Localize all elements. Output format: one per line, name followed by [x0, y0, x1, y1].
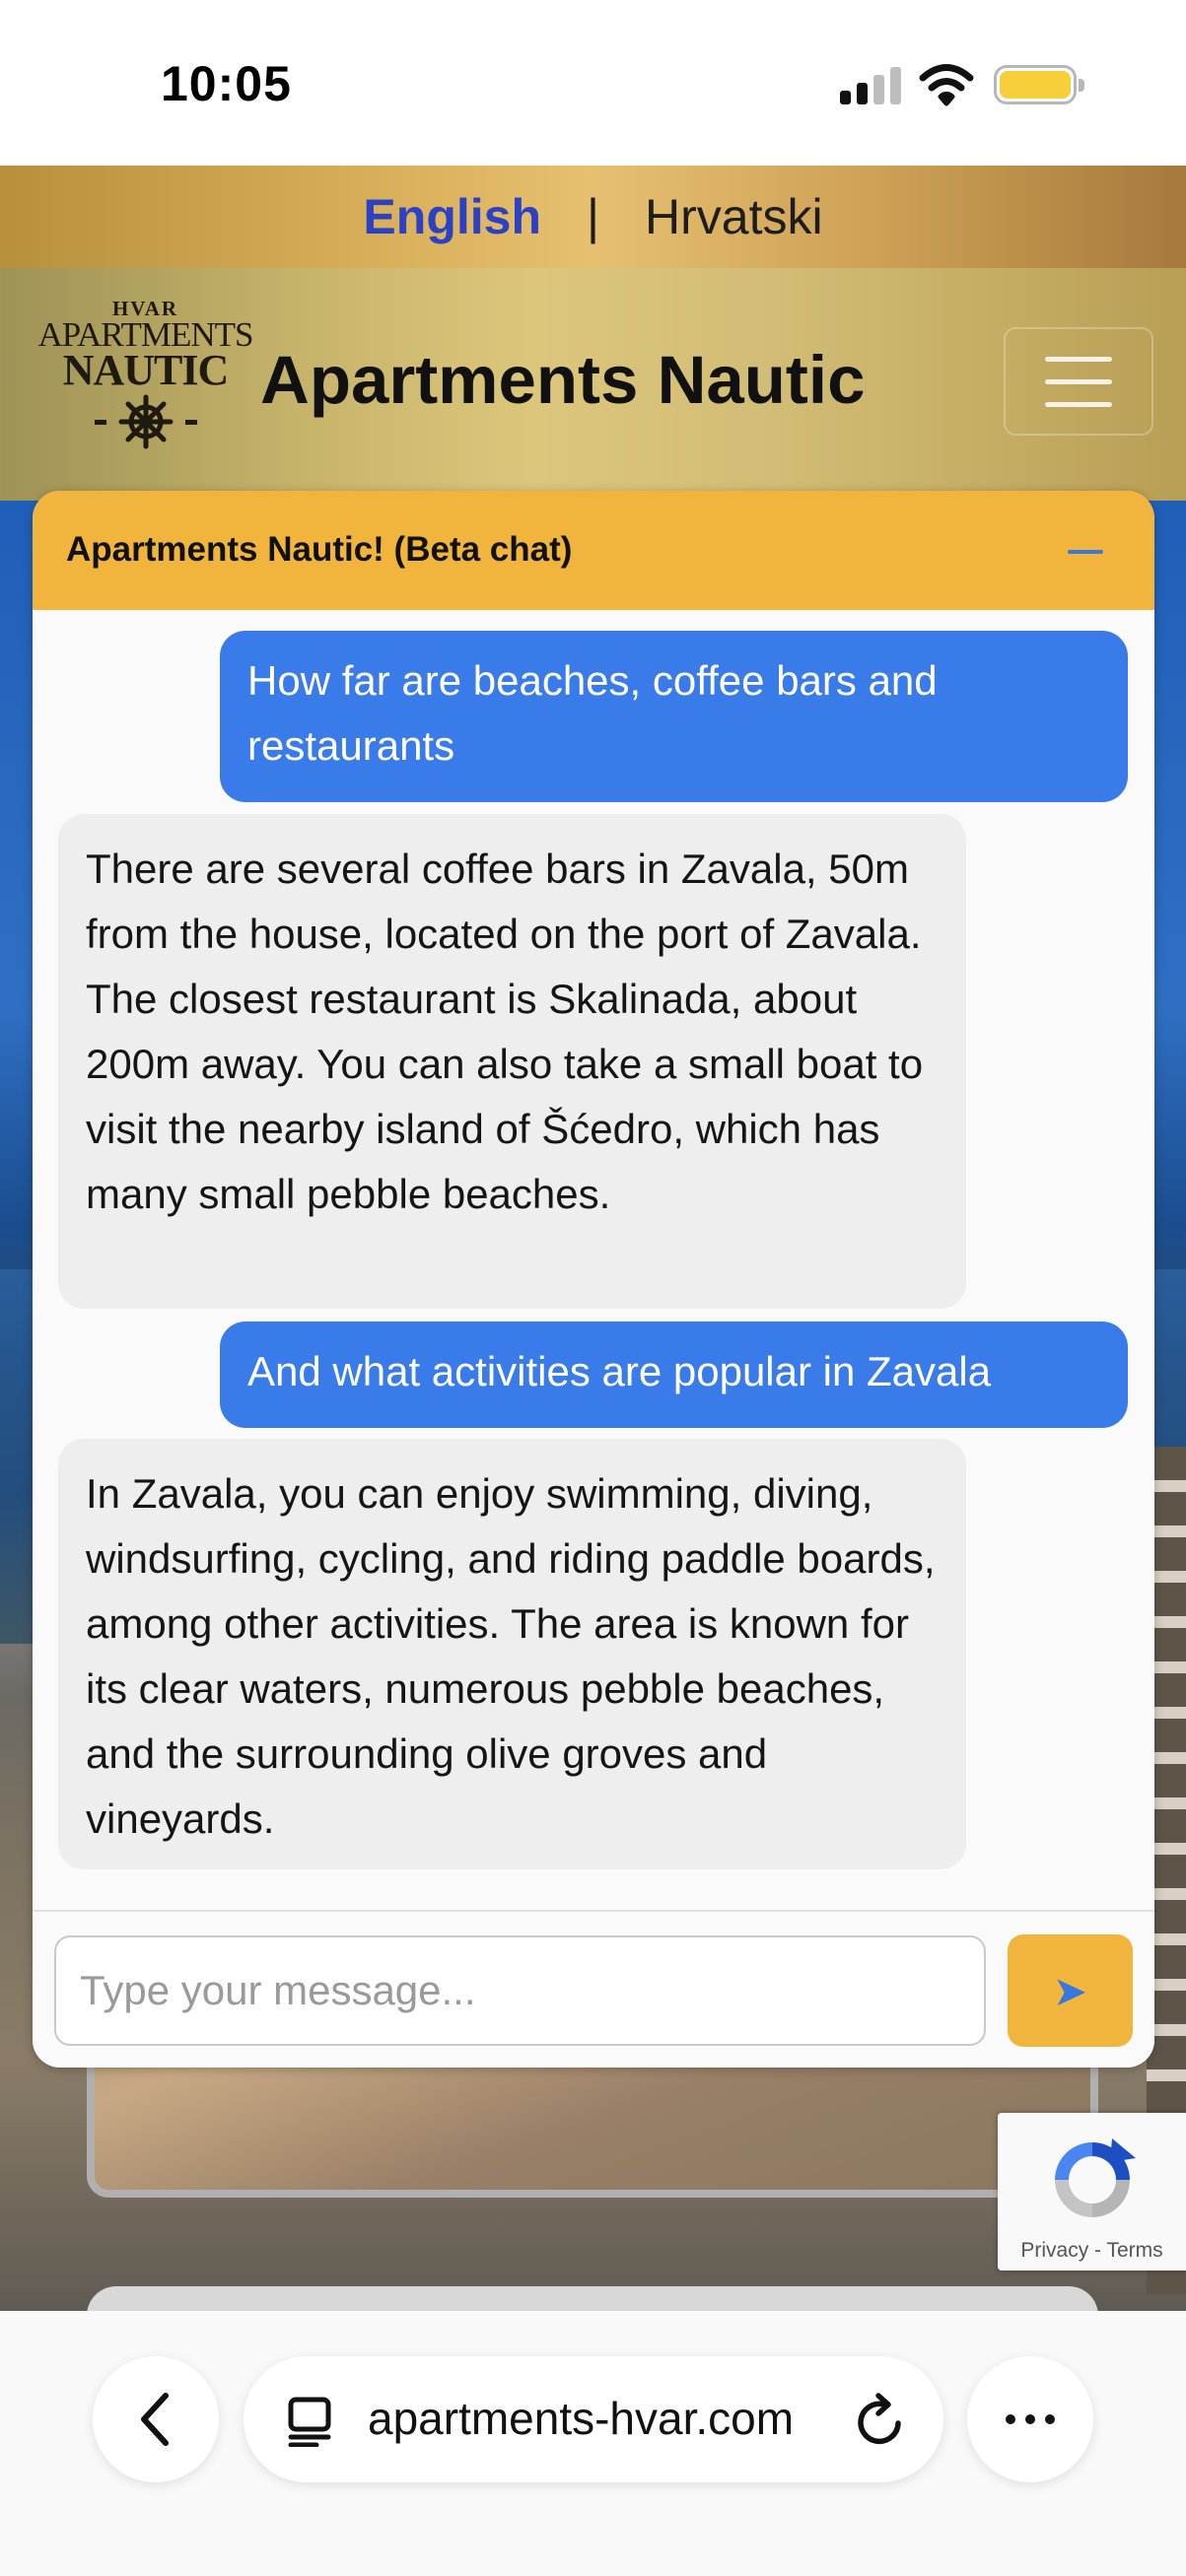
address-bar[interactable]: apartments-hvar.com: [244, 2356, 943, 2482]
clock: 10:05: [161, 56, 292, 111]
recaptcha-badge[interactable]: Privacy - Terms: [998, 2113, 1186, 2271]
chat-header: Apartments Nautic! (Beta chat): [33, 491, 1154, 610]
chat-message-input[interactable]: [54, 1935, 986, 2046]
browser-back-button[interactable]: [93, 2356, 219, 2482]
menu-icon-bar: [1045, 401, 1112, 407]
language-croatian-link[interactable]: Hrvatski: [645, 188, 823, 245]
bot-message: There are several coffee bars in Zavala,…: [58, 814, 966, 1309]
recaptcha-icon: [1055, 2138, 1136, 2217]
chevron-left-icon: [141, 2393, 169, 2446]
status-bar: 10:05: [0, 0, 1186, 166]
ship-wheel-icon: [118, 394, 173, 449]
language-english-link[interactable]: English: [363, 188, 541, 245]
language-bar: English | Hrvatski: [0, 166, 1186, 268]
more-dot: [1045, 2414, 1055, 2424]
chat-title: Apartments Nautic! (Beta chat): [66, 530, 573, 569]
chat-widget: Apartments Nautic! (Beta chat) How far a…: [33, 491, 1154, 2068]
battery-icon: [994, 65, 1084, 104]
site-header: HVAR APARTMENTS NAUTIC Apartments Nautic: [0, 268, 1186, 501]
send-icon: ➤: [1052, 1967, 1088, 2014]
bot-message: In Zavala, you can enjoy swimming, divin…: [58, 1439, 966, 1869]
more-options-button[interactable]: [967, 2356, 1093, 2482]
hamburger-menu-button[interactable]: [1004, 327, 1153, 436]
recaptcha-links[interactable]: Privacy - Terms: [998, 2239, 1186, 2263]
site-title: Apartments Nautic: [260, 342, 866, 418]
cellular-signal-icon: [840, 67, 901, 104]
reload-icon[interactable]: [855, 2392, 906, 2447]
user-message: And what activities are popular in Zaval…: [220, 1322, 1128, 1428]
page-menu-icon: [288, 2397, 331, 2447]
language-separator: |: [587, 189, 599, 244]
site-logo[interactable]: HVAR APARTMENTS NAUTIC: [30, 298, 261, 455]
url-text: apartments-hvar.com: [368, 2393, 795, 2444]
user-message: How far are beaches, coffee bars and res…: [220, 631, 1128, 802]
menu-icon-bar: [1045, 378, 1112, 384]
logo-line-3: NAUTIC: [62, 346, 230, 394]
minimize-chat-button[interactable]: [1068, 550, 1103, 554]
chat-composer: ➤: [33, 1910, 1154, 2068]
browser-toolbar: apartments-hvar.com: [0, 2311, 1186, 2576]
more-dot: [1006, 2414, 1015, 2424]
menu-icon-bar: [1045, 356, 1112, 362]
send-button[interactable]: ➤: [1008, 1934, 1133, 2047]
more-dot: [1025, 2414, 1035, 2424]
wifi-icon: [919, 64, 974, 106]
